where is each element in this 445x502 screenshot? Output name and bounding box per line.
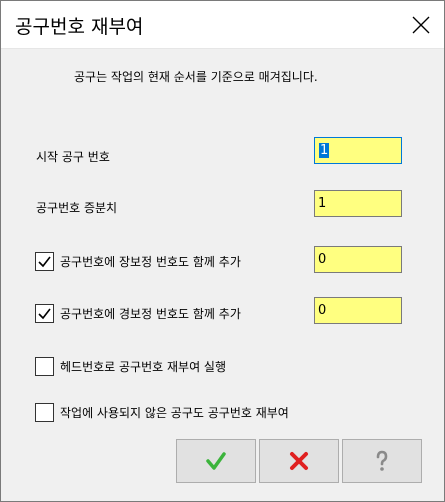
checkmark-icon bbox=[38, 256, 51, 268]
dialog-title: 공구번호 재부여 bbox=[15, 16, 144, 38]
diam-comp-input[interactable] bbox=[314, 297, 402, 324]
close-button[interactable] bbox=[398, 1, 444, 48]
increment-input[interactable] bbox=[314, 190, 402, 217]
add-diam-comp-label: 공구번호에 경보정 번호도 함께 추가 bbox=[60, 307, 241, 321]
title-bar: 공구번호 재부여 bbox=[1, 1, 444, 49]
help-button[interactable] bbox=[342, 439, 422, 483]
add-long-comp-row: 공구번호에 장보정 번호도 함께 추가 bbox=[35, 252, 241, 271]
add-long-comp-checkbox[interactable] bbox=[35, 252, 54, 271]
renumber-by-head-checkbox[interactable] bbox=[35, 357, 54, 376]
question-icon bbox=[376, 450, 388, 471]
ok-button[interactable] bbox=[176, 439, 256, 483]
cancel-button[interactable] bbox=[259, 439, 339, 483]
renumber-unused-checkbox[interactable] bbox=[35, 403, 54, 422]
renumber-unused-row: 작업에 사용되지 않은 공구도 공구번호 재부여 bbox=[35, 403, 289, 422]
renumber-tools-dialog: 공구번호 재부여 공구는 작업의 현재 순서를 기준으로 매겨집니다. 시작 공… bbox=[0, 0, 445, 502]
renumber-unused-label: 작업에 사용되지 않은 공구도 공구번호 재부여 bbox=[60, 406, 289, 420]
increment-label: 공구번호 증분치 bbox=[36, 201, 118, 215]
long-comp-input[interactable] bbox=[314, 246, 402, 273]
checkmark-icon bbox=[38, 308, 51, 320]
close-icon bbox=[412, 16, 430, 33]
renumber-by-head-row: 헤드번호로 공구번호 재부여 실행 bbox=[35, 357, 226, 376]
x-icon bbox=[290, 452, 308, 470]
add-long-comp-label: 공구번호에 장보정 번호도 함께 추가 bbox=[60, 255, 241, 269]
check-icon bbox=[206, 452, 226, 470]
add-diam-comp-row: 공구번호에 경보정 번호도 함께 추가 bbox=[35, 304, 241, 323]
add-diam-comp-checkbox[interactable] bbox=[35, 304, 54, 323]
description-text: 공구는 작업의 현재 순서를 기준으로 매겨집니다. bbox=[74, 70, 318, 84]
start-number-input[interactable]: 1 bbox=[314, 137, 402, 164]
renumber-by-head-label: 헤드번호로 공구번호 재부여 실행 bbox=[60, 360, 227, 374]
start-number-label: 시작 공구 번호 bbox=[36, 150, 110, 164]
start-number-value: 1 bbox=[319, 143, 330, 158]
